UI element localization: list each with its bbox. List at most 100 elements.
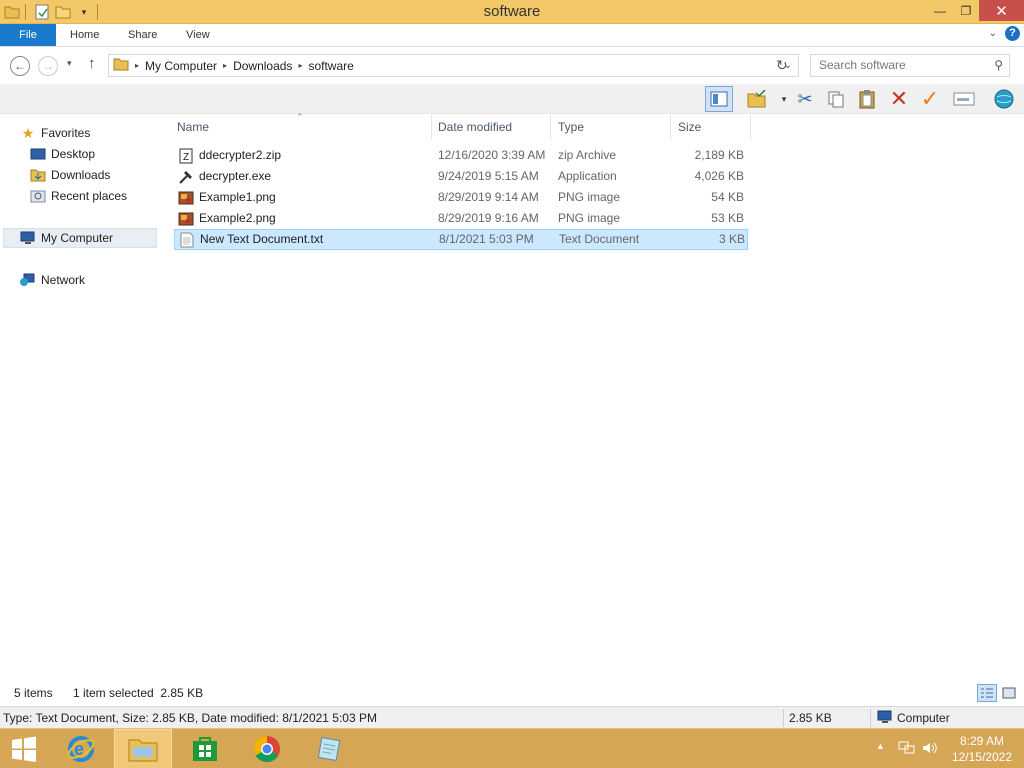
breadcrumb-my-computer[interactable]: My Computer (145, 59, 217, 73)
location-label: Computer (897, 711, 950, 725)
png-icon (178, 190, 194, 206)
file-name: decrypter.exe (199, 169, 272, 183)
file-date: 9/24/2019 5:15 AM (438, 169, 539, 183)
network-tray-icon[interactable] (898, 741, 916, 758)
chrome-icon (253, 735, 280, 763)
large-icons-view-button[interactable] (999, 684, 1019, 702)
new-folder-icon[interactable] (54, 3, 72, 21)
nav-desktop[interactable]: Desktop (30, 144, 95, 164)
search-icon[interactable]: ⚲ (994, 55, 1003, 76)
file-size: 3 KB (718, 232, 745, 246)
store-button[interactable] (176, 729, 234, 768)
file-size: 4,026 KB (694, 169, 744, 183)
recent-locations-icon[interactable]: ▾ (67, 58, 72, 69)
file-row[interactable]: Example1.png 8/29/2019 9:14 AM PNG image… (174, 187, 748, 208)
file-row[interactable]: Example2.png 8/29/2019 9:16 AM PNG image… (174, 208, 748, 229)
file-size: 2,189 KB (694, 148, 744, 162)
notepad-button[interactable] (300, 729, 358, 768)
breadcrumb-separator[interactable]: ▸ (135, 61, 139, 70)
chrome-button[interactable] (238, 729, 296, 768)
refresh-icon[interactable]: ↻ (776, 57, 788, 74)
forward-button[interactable]: → (38, 56, 58, 76)
back-button[interactable]: ← (10, 56, 30, 76)
file-date: 8/29/2019 9:14 AM (438, 190, 539, 204)
expand-ribbon-icon[interactable]: ⌄ (989, 28, 997, 39)
nav-network[interactable]: Network (20, 270, 85, 290)
file-type: Application (558, 169, 617, 183)
address-bar[interactable]: ▸ My Computer ▸ Downloads ▸ software ⌄ (108, 54, 799, 77)
window-controls: — ❐ ✕ (927, 0, 1024, 21)
file-row-selected[interactable]: New Text Document.txt 8/1/2021 5:03 PM T… (174, 229, 748, 250)
volume-icon[interactable] (922, 741, 938, 758)
internet-explorer-icon: e (67, 736, 95, 762)
up-arrow-icon[interactable]: ↑ (88, 55, 96, 72)
svg-text:Z: Z (183, 152, 189, 163)
file-type: PNG image (558, 211, 621, 225)
close-button[interactable]: ✕ (979, 0, 1024, 21)
nav-my-computer[interactable]: My Computer (3, 228, 157, 248)
tab-share[interactable]: Share (128, 24, 157, 46)
file-name: ddecrypter2.zip (199, 148, 282, 162)
rename-checkmark-icon[interactable]: ✓ (916, 86, 944, 112)
properties-icon[interactable] (950, 86, 978, 112)
txt-icon (179, 232, 195, 248)
file-name-cell: Z ddecrypter2.zip (178, 145, 281, 166)
recent-places-icon (30, 189, 46, 203)
file-name: Example1.png (199, 190, 276, 204)
customize-qat-icon[interactable]: ▾ (75, 3, 93, 21)
selection-info: 1 item selected 2.85 KB (73, 686, 204, 700)
details-view-button[interactable] (977, 684, 997, 702)
cut-icon[interactable]: ✂ (791, 86, 819, 112)
file-date: 8/1/2021 5:03 PM (439, 232, 534, 246)
status-divider (783, 709, 784, 727)
column-type[interactable]: Type (551, 114, 671, 140)
desktop-icon (30, 147, 46, 161)
zip-icon: Z (178, 148, 194, 164)
minimize-button[interactable]: — (927, 0, 953, 21)
globe-icon[interactable] (990, 86, 1018, 112)
computer-icon (20, 231, 36, 245)
paste-icon[interactable] (853, 86, 881, 112)
nav-my-computer-label: My Computer (41, 231, 114, 245)
maximize-button[interactable]: ❐ (953, 0, 979, 21)
delete-icon[interactable]: ✕ (885, 86, 913, 112)
breadcrumb-downloads[interactable]: Downloads (233, 59, 292, 73)
copy-icon[interactable] (822, 86, 850, 112)
search-input[interactable]: Search software ⚲ (810, 54, 1010, 77)
system-clock[interactable]: 8:29 AM 12/15/2022 (952, 733, 1012, 765)
file-type: zip Archive (558, 148, 617, 162)
selected-size: 2.85 KB (789, 711, 832, 725)
column-size[interactable]: Size (671, 114, 751, 140)
exe-icon (178, 169, 194, 185)
file-list: ⌃ Name Date modified Type Size Z ddecryp… (170, 112, 1024, 680)
nav-recent-places-label: Recent places (51, 189, 128, 203)
ribbon: File Home Share View ⌄ ? (0, 24, 1024, 47)
select-folder-icon[interactable] (743, 86, 771, 112)
status-row: 5 items 1 item selected 2.85 KB (0, 680, 1024, 706)
nav-favorites[interactable]: ★ Favorites (20, 123, 91, 143)
start-button[interactable] (0, 729, 48, 768)
internet-explorer-button[interactable]: e (52, 729, 110, 768)
file-type: PNG image (558, 190, 621, 204)
breadcrumb-separator[interactable]: ▸ (223, 61, 227, 70)
properties-icon[interactable] (33, 3, 51, 21)
column-name[interactable]: Name (170, 114, 432, 140)
folder-icon[interactable] (3, 3, 21, 21)
file-explorer-button[interactable] (114, 729, 172, 768)
window-title: software (483, 3, 541, 20)
png-icon (178, 211, 194, 227)
tab-file[interactable]: File (0, 24, 56, 46)
tab-view[interactable]: View (186, 24, 210, 46)
nav-downloads[interactable]: Downloads (30, 165, 110, 185)
breadcrumb-software[interactable]: software (308, 59, 353, 73)
show-hidden-icons-icon[interactable]: ▲ (876, 741, 885, 751)
help-icon[interactable]: ? (1005, 26, 1020, 41)
tab-home[interactable]: Home (70, 24, 99, 46)
file-date: 12/16/2020 3:39 AM (438, 148, 546, 162)
preview-pane-button[interactable] (705, 86, 733, 112)
file-row[interactable]: Z ddecrypter2.zip 12/16/2020 3:39 AM zip… (174, 145, 748, 166)
nav-recent-places[interactable]: Recent places (30, 186, 127, 206)
breadcrumb-separator[interactable]: ▸ (298, 61, 302, 70)
column-date-modified[interactable]: Date modified (431, 114, 551, 140)
file-row[interactable]: decrypter.exe 9/24/2019 5:15 AM Applicat… (174, 166, 748, 187)
